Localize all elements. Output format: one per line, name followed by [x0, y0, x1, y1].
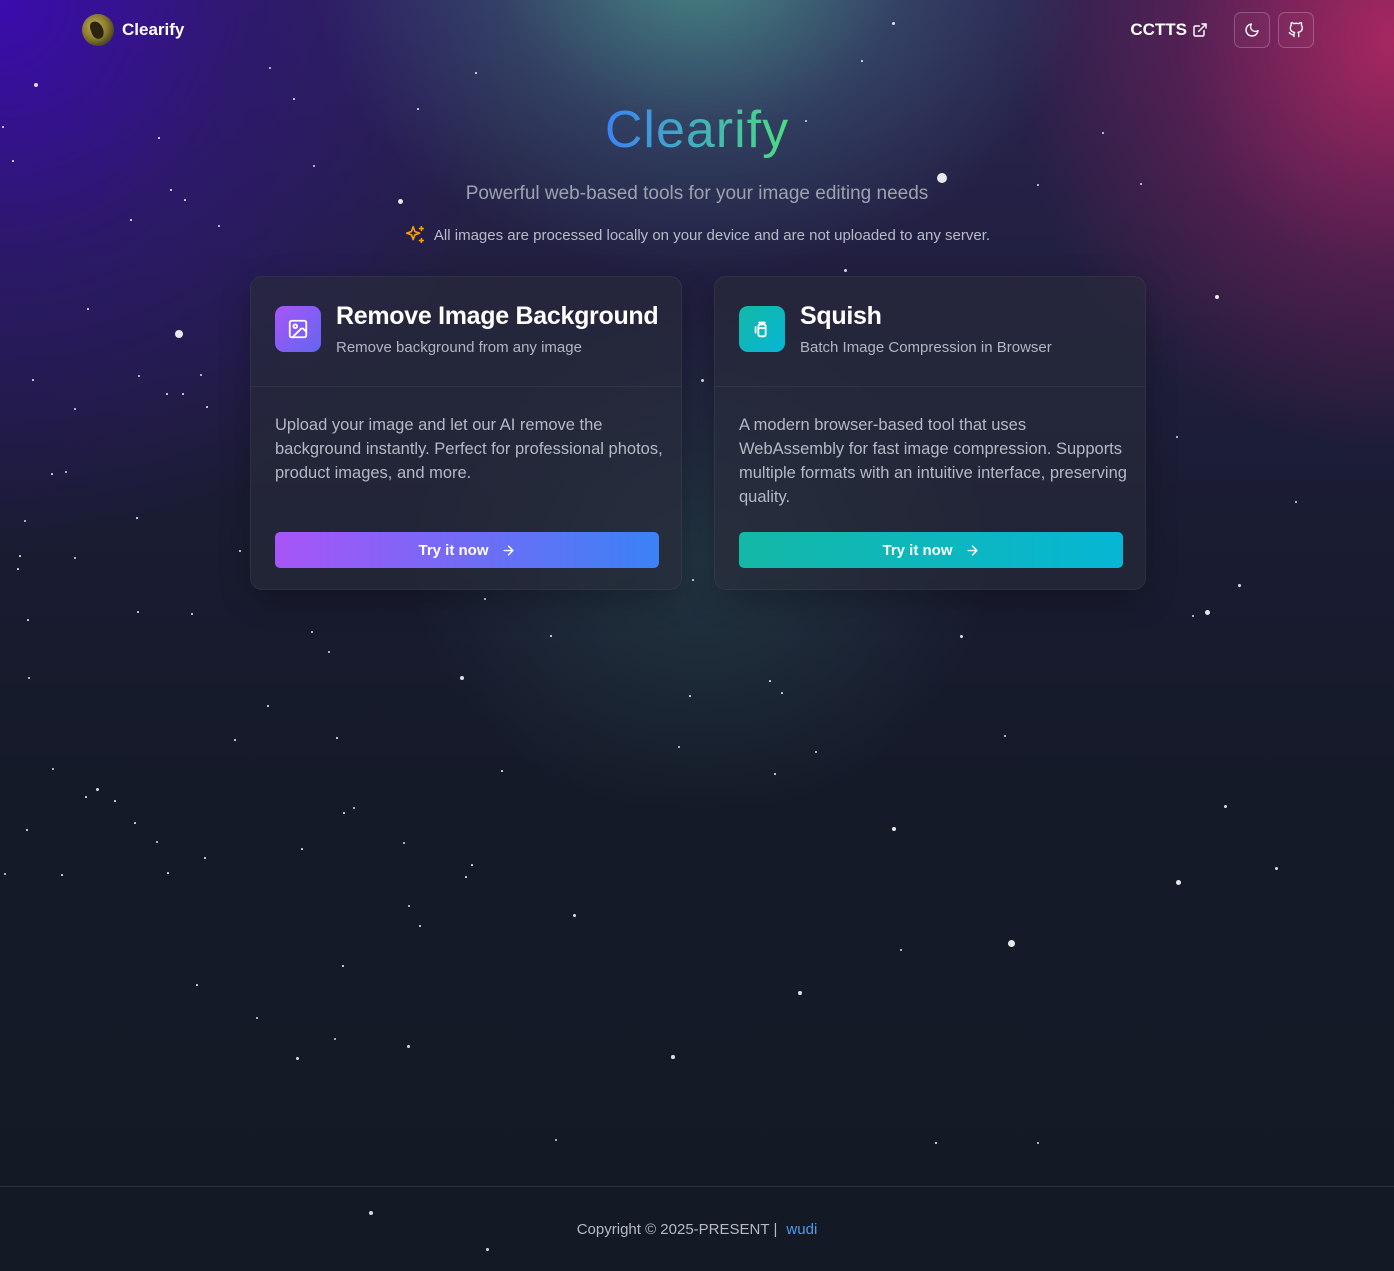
card-subtitle: Batch Image Compression in Browser — [800, 339, 1052, 356]
try-it-now-button[interactable]: Try it now — [275, 532, 659, 568]
card-title: Remove Image Background — [336, 302, 659, 330]
brand-name: Clearify — [122, 20, 185, 39]
cctts-link-label: CCTTS — [1130, 20, 1187, 39]
try-it-now-button[interactable]: Try it now — [739, 532, 1123, 568]
card-description: Upload your image and let our AI remove … — [275, 416, 663, 482]
privacy-notice-text: All images are processed locally on your… — [433, 226, 991, 244]
avatar — [82, 14, 114, 46]
card-header: Remove Image Background Remove backgroun… — [251, 277, 681, 387]
tool-card-remove-background[interactable]: Remove Image Background Remove backgroun… — [250, 276, 682, 590]
brand[interactable]: Clearify — [82, 14, 184, 46]
try-button-label: Try it now — [882, 541, 953, 559]
hero-subtitle: Powerful web-based tools for your image … — [465, 183, 929, 204]
footer: Copyright © 2025-PRESENT | wudi — [0, 1186, 1394, 1271]
card-subtitle: Remove background from any image — [336, 339, 582, 356]
sparkles-icon — [405, 225, 424, 244]
nav-actions: CCTTS — [1130, 12, 1314, 48]
github-icon — [1288, 22, 1303, 38]
card-title: Squish — [800, 302, 882, 330]
card-icon-badge — [739, 306, 785, 352]
footer-separator: | — [773, 1220, 778, 1238]
card-header: Squish Batch Image Compression in Browse… — [715, 277, 1145, 387]
top-nav: Clearify CCTTS — [0, 0, 1394, 60]
card-description: A modern browser-based tool that uses We… — [739, 416, 1127, 506]
github-button[interactable] — [1278, 12, 1314, 48]
author-link[interactable]: wudi — [786, 1221, 817, 1238]
arrow-right-icon — [502, 544, 514, 556]
external-link-icon — [1193, 23, 1207, 37]
image-icon — [288, 319, 308, 339]
copyright-text: Copyright © 2025-PRESENT — [576, 1220, 770, 1238]
theme-toggle-button[interactable] — [1234, 12, 1270, 48]
card-icon-badge — [275, 306, 321, 352]
squish-icon — [754, 321, 767, 338]
privacy-notice: All images are processed locally on your… — [0, 224, 1394, 246]
hero-title: Clearify — [604, 101, 790, 159]
arrow-right-icon — [966, 544, 978, 556]
moon-icon — [1245, 23, 1259, 37]
try-button-label: Try it now — [418, 541, 489, 559]
tool-card-squish[interactable]: Squish Batch Image Compression in Browse… — [714, 276, 1146, 590]
cctts-link[interactable]: CCTTS — [1130, 20, 1208, 40]
